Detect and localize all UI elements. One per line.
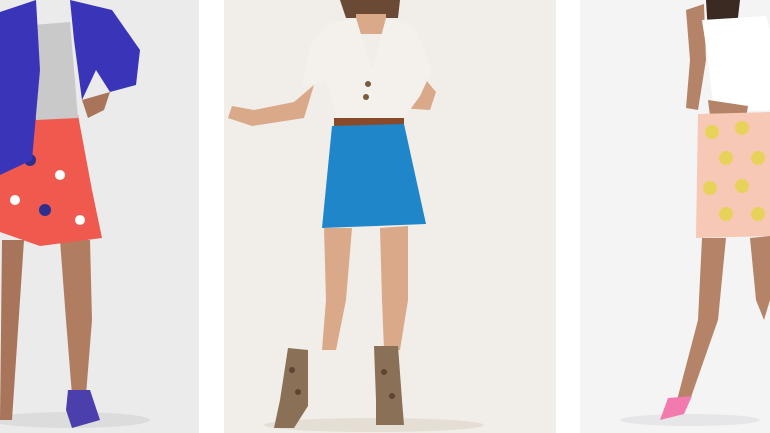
product-image-3[interactable] <box>580 0 770 433</box>
product-image-1[interactable] <box>0 0 199 433</box>
product-image-strip: heart-icon heart- <box>0 0 770 433</box>
product-image-2[interactable] <box>224 0 556 433</box>
product-card-2[interactable]: heart-icon <box>224 0 556 433</box>
product-card-3[interactable]: heart-icon <box>580 0 770 433</box>
product-card-1[interactable]: heart-icon <box>0 0 199 433</box>
